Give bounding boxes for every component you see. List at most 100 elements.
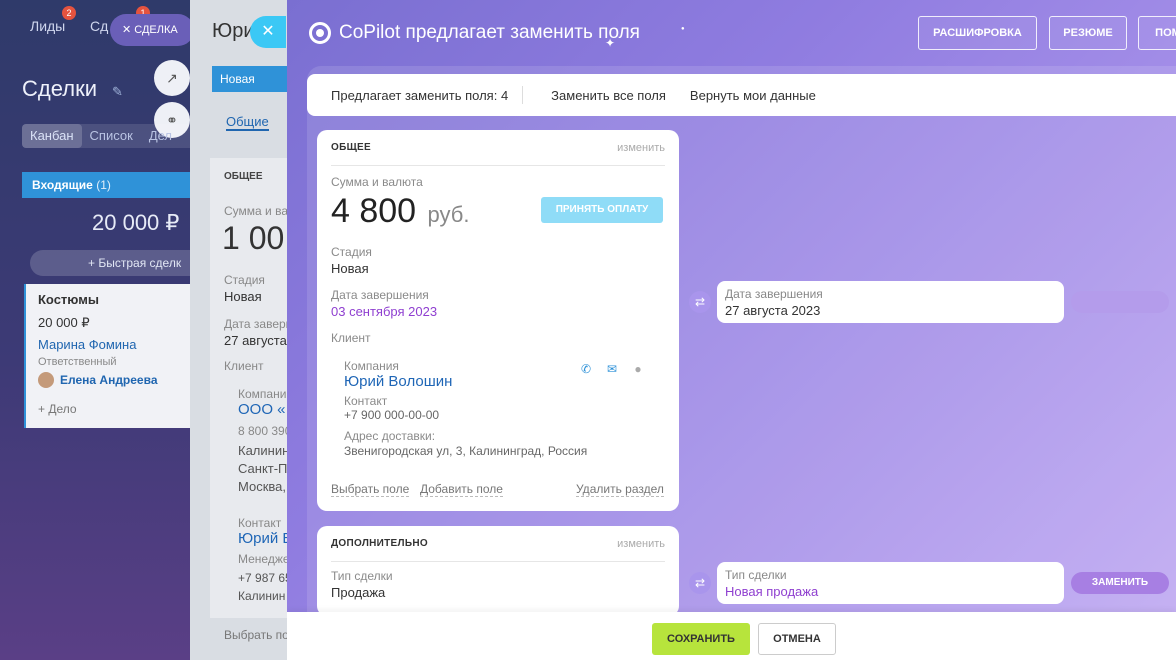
choose-field-link[interactable]: Выбрать поле xyxy=(331,482,410,497)
accept-payment-button[interactable]: ПРИНЯТЬ ОПЛАТУ xyxy=(541,197,663,223)
company-phone: 8 800 390 xyxy=(238,424,290,438)
section-title: ОБЩЕЕ xyxy=(224,171,263,182)
column-name: Входящие xyxy=(32,178,93,192)
sparkle-icon: ✦ xyxy=(605,36,616,50)
view-list[interactable]: Список xyxy=(82,124,141,148)
stage-value[interactable]: Новая xyxy=(331,261,369,276)
open-external-icon[interactable]: ↗ xyxy=(154,60,190,96)
pin-icon[interactable]: ✎ xyxy=(112,84,123,100)
choose-field-link[interactable]: Выбрать пол xyxy=(224,628,290,642)
chat-icon[interactable]: ● xyxy=(631,362,645,376)
responsible-name: Елена Андреева xyxy=(60,373,158,387)
deal-stage-bar[interactable]: Новая xyxy=(212,66,290,92)
amount-number: 4 800 xyxy=(331,192,417,230)
view-tasks[interactable]: Дел xyxy=(141,124,180,148)
suggestion-label: Дата завершения xyxy=(725,287,823,301)
client-actions: ✆ ✉ ● xyxy=(579,362,645,376)
revert-data-button[interactable]: Вернуть мои данные xyxy=(690,88,816,103)
add-task-link[interactable]: + Дело xyxy=(38,402,208,416)
deal-form-title: Юри xyxy=(212,20,255,42)
leads-badge: 2 xyxy=(62,6,76,20)
suggestion-field[interactable]: Тип сделки Новая продажа xyxy=(717,562,1064,604)
contact-address: Калинин xyxy=(238,589,286,603)
close-icon[interactable]: ✕ xyxy=(122,24,131,36)
contact-label: Контакт xyxy=(238,516,282,530)
copilot-logo-icon xyxy=(309,22,331,44)
summary-button[interactable]: РЕЗЮМЕ xyxy=(1049,16,1127,50)
client-label: Клиент xyxy=(224,359,264,373)
replace-button[interactable]: ЗАМЕНИТЬ xyxy=(1071,572,1169,594)
section-header: ДОПОЛНИТЕЛЬНО изменить xyxy=(331,526,665,562)
edit-section-link[interactable]: изменить xyxy=(617,142,665,154)
company-label: Компани xyxy=(238,387,287,401)
swap-icon[interactable]: ⇄ xyxy=(689,291,711,313)
help-button[interactable]: ПОМ xyxy=(1138,16,1176,50)
swap-icon[interactable]: ⇄ xyxy=(689,572,711,594)
column-sum: 20 000 ₽ xyxy=(92,210,180,235)
suggestion-value: 27 августа 2023 xyxy=(725,303,821,318)
avatar xyxy=(38,372,54,388)
contact-name[interactable]: Юрий В xyxy=(238,530,290,547)
contact-label: Контакт xyxy=(344,394,388,408)
deal-chip-label: СДЕЛКА xyxy=(134,24,178,36)
plus-icon: + xyxy=(88,256,96,270)
stage-value: Новая xyxy=(224,289,262,304)
contact-phone[interactable]: +7 900 000-00-00 xyxy=(344,408,439,422)
amount-value: 1 00 xyxy=(222,220,285,256)
company-label: Компания xyxy=(344,359,399,373)
delete-section-link[interactable]: Удалить раздел xyxy=(576,482,664,497)
company-name[interactable]: Юрий Волошин xyxy=(344,373,452,390)
deal-form-layer: Юри Новая Общие ОБЩЕЕ Сумма и вал 1 00 С… xyxy=(190,0,290,660)
amount-value: 4 800 руб. xyxy=(331,192,470,231)
company-address-1: Калинин xyxy=(238,443,290,458)
suggestion-field[interactable]: Дата завершения 27 августа 2023 xyxy=(717,281,1064,323)
manager-label: Менедже xyxy=(238,552,290,566)
section-header: ОБЩЕЕ изменить xyxy=(331,130,665,166)
deal-card-contact[interactable]: Марина Фомина xyxy=(38,337,208,352)
responsible[interactable]: Елена Андреева xyxy=(38,372,208,388)
address-label: Адрес доставки: xyxy=(344,429,436,443)
column-count: (1) xyxy=(96,178,111,192)
add-field-link[interactable]: Добавить поле xyxy=(420,482,503,497)
date-value: 27 августа 2 xyxy=(224,333,290,348)
view-kanban[interactable]: Канбан xyxy=(22,124,82,148)
footer-bar: СОХРАНИТЬ ОТМЕНА xyxy=(287,612,1176,660)
copilot-panel: CoPilot предлагает заменить поля ✦ ● РАС… xyxy=(287,0,1176,660)
responsible-label: Ответственный xyxy=(38,356,117,368)
copilot-title: CoPilot предлагает заменить поля xyxy=(339,22,640,43)
mail-icon[interactable]: ✉ xyxy=(605,362,619,376)
date-label: Дата завершения xyxy=(331,288,429,302)
additional-section-card: ДОПОЛНИТЕЛЬНО изменить Тип сделки Продаж… xyxy=(317,526,679,616)
general-section-card: ОБЩЕЕ изменить Сумма и валюта 4 800 руб.… xyxy=(317,130,679,511)
replace-button[interactable] xyxy=(1071,291,1169,313)
deal-chip[interactable]: ✕ СДЕЛКА xyxy=(110,14,194,46)
page-title: Сделки xyxy=(22,76,97,101)
deal-card-name[interactable]: Костюмы xyxy=(38,292,208,307)
sparkle-icon: ● xyxy=(681,26,685,32)
amount-label: Сумма и валюта xyxy=(331,175,423,189)
transcript-button[interactable]: РАСШИФРОВКА xyxy=(918,16,1037,50)
quick-deal-label: Быстрая сделк xyxy=(98,256,182,270)
date-label: Дата заверш xyxy=(224,317,290,331)
amount-currency: руб. xyxy=(427,202,470,227)
section-title: ДОПОЛНИТЕЛЬНО xyxy=(331,538,428,549)
date-value[interactable]: 03 сентября 2023 xyxy=(331,304,437,319)
nav-tab-deals[interactable]: Сд xyxy=(90,18,108,34)
phone-icon[interactable]: ✆ xyxy=(579,362,593,376)
address-value: Звенигородская ул, 3, Калининград, Росси… xyxy=(344,444,588,458)
amount-label: Сумма и вал xyxy=(224,204,290,218)
contact-phone: +7 987 65 xyxy=(238,571,290,585)
replace-all-button[interactable]: Заменить все поля xyxy=(551,88,666,103)
suggestion-label: Тип сделки xyxy=(725,568,787,582)
company-address-3: Москва, xyxy=(238,479,286,494)
edit-section-link[interactable]: изменить xyxy=(617,538,665,550)
save-button[interactable]: СОХРАНИТЬ xyxy=(652,623,750,655)
close-slider-button[interactable]: ✕ xyxy=(250,16,286,48)
nav-tab-leads[interactable]: Лиды xyxy=(30,18,65,34)
cancel-button[interactable]: ОТМЕНА xyxy=(758,623,836,655)
deal-type-value[interactable]: Продажа xyxy=(331,585,385,600)
tab-general[interactable]: Общие xyxy=(226,114,269,131)
section-title: ОБЩЕЕ xyxy=(331,142,371,153)
company-name[interactable]: ООО « xyxy=(238,401,286,418)
divider xyxy=(522,86,524,104)
